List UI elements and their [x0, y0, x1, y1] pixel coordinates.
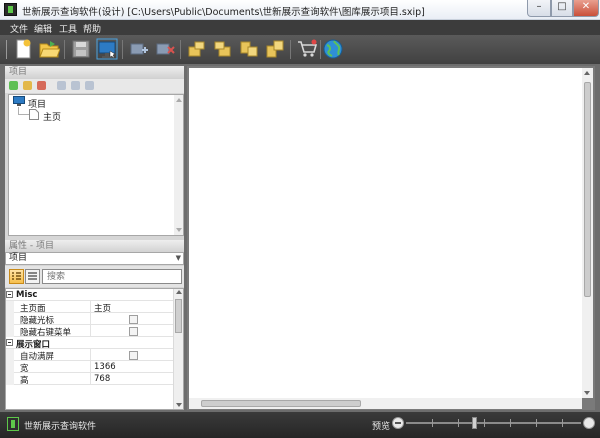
minimize-icon: –	[536, 1, 542, 12]
zoom-tick	[484, 419, 485, 427]
zoom-tick	[458, 419, 459, 427]
zoom-out-button[interactable]	[392, 417, 404, 429]
status-app-name: 世新展示查询软件	[24, 422, 97, 432]
category-row[interactable]: Misc	[6, 289, 174, 301]
align-top-icon[interactable]	[238, 38, 260, 60]
menu-bar: 文件 编辑 工具 帮助	[0, 20, 600, 35]
add-page-icon[interactable]	[9, 81, 18, 90]
object-selector-value: 项目	[9, 253, 28, 263]
publish-globe-icon[interactable]	[322, 38, 344, 60]
scroll-thumb[interactable]	[584, 82, 591, 297]
property-search[interactable]	[42, 269, 182, 284]
left-panel: 项目 项目 主页 属性 - 项目 项目 ▼ 搜索 Misc 主页面 主页 隐藏光…	[5, 66, 184, 410]
app-logo-icon	[7, 417, 19, 431]
align-right-icon[interactable]	[212, 38, 234, 60]
minimize-button[interactable]: –	[527, 0, 551, 17]
save-icon[interactable]	[70, 38, 92, 60]
collapse-icon[interactable]	[6, 339, 13, 346]
property-row[interactable]: 高 768	[6, 373, 174, 386]
status-bar: 世新展示查询软件 预览	[0, 412, 600, 438]
property-grid: Misc 主页面 主页 隐藏光标 隐藏右键菜单 展示窗口 自动满屏 宽 1366…	[5, 288, 184, 410]
property-row[interactable]: 宽 1366	[6, 361, 174, 374]
property-row[interactable]: 主页面 主页	[6, 301, 174, 314]
property-row[interactable]: 隐藏光标	[6, 313, 174, 326]
app-icon	[4, 3, 17, 16]
remove-element-icon[interactable]	[154, 38, 176, 60]
hide-context-menu-checkbox[interactable]	[129, 327, 138, 336]
menu-tools[interactable]: 工具	[59, 22, 77, 35]
project-panel-header: 项目	[5, 66, 184, 79]
property-row[interactable]: 自动满屏	[6, 349, 174, 362]
categorized-view-button[interactable]	[9, 269, 24, 284]
zoom-slider-thumb[interactable]	[472, 417, 477, 429]
open-folder-icon[interactable]	[38, 38, 60, 60]
align-left-icon[interactable]	[186, 38, 208, 60]
menu-help[interactable]: 帮助	[83, 22, 101, 35]
toolbar-separator	[180, 40, 181, 59]
zoom-tick	[510, 419, 511, 427]
alphabetical-view-button[interactable]	[25, 269, 40, 284]
object-selector[interactable]: 项目 ▼	[5, 252, 184, 265]
property-toolbar	[5, 266, 184, 287]
zoom-tick	[432, 419, 433, 427]
tree-node-label: 主页	[43, 113, 62, 123]
move-up-icon[interactable]	[71, 81, 80, 90]
toolbar-separator	[290, 40, 291, 59]
move-down-icon[interactable]	[85, 81, 94, 90]
shop-cart-icon[interactable]	[296, 38, 318, 60]
project-toolbar	[5, 79, 184, 93]
project-monitor-icon	[13, 96, 25, 106]
toolbar-separator	[320, 40, 321, 59]
search-input[interactable]	[43, 270, 181, 283]
rename-icon[interactable]	[57, 81, 66, 90]
design-canvas[interactable]	[189, 68, 582, 398]
toolbar-separator	[122, 40, 123, 59]
align-bottom-icon[interactable]	[264, 38, 286, 60]
property-value[interactable]: 768	[94, 374, 110, 384]
toolbar-separator	[64, 40, 65, 59]
close-icon: ✕	[581, 1, 591, 12]
window-title: 世新展示查询软件(设计) [C:\Users\Public\Documents\…	[22, 7, 425, 18]
scroll-thumb[interactable]	[175, 299, 182, 333]
auto-fullscreen-checkbox[interactable]	[129, 351, 138, 360]
zoom-in-button[interactable]	[583, 417, 595, 429]
maximize-button[interactable]: □	[551, 0, 573, 17]
category-label: Misc	[16, 290, 38, 300]
title-bar: 世新展示查询软件(设计) [C:\Users\Public\Documents\…	[0, 0, 600, 20]
hide-cursor-checkbox[interactable]	[129, 315, 138, 324]
menu-file[interactable]: 文件	[10, 22, 28, 35]
property-value[interactable]: 1366	[94, 362, 116, 372]
zoom-tick	[536, 419, 537, 427]
add-element-icon[interactable]	[128, 38, 150, 60]
list-icon	[28, 272, 37, 280]
collapse-icon[interactable]	[6, 291, 13, 298]
design-area	[187, 66, 595, 410]
category-row[interactable]: 展示窗口	[6, 337, 174, 350]
preview-label: 预览	[372, 422, 391, 432]
maximize-icon: □	[557, 1, 567, 12]
close-button[interactable]: ✕	[573, 0, 599, 17]
canvas-vertical-scrollbar[interactable]	[582, 68, 593, 398]
project-tree: 项目 主页	[8, 94, 184, 236]
menu-edit[interactable]: 编辑	[34, 22, 52, 35]
new-page-icon[interactable]	[12, 38, 34, 60]
property-key: 高	[20, 376, 29, 386]
main-toolbar	[0, 35, 600, 64]
property-grid-scrollbar[interactable]	[173, 289, 183, 409]
tree-line	[18, 107, 19, 114]
page-icon	[29, 109, 39, 120]
canvas-horizontal-scrollbar[interactable]	[189, 398, 582, 409]
property-row[interactable]: 隐藏右键菜单	[6, 325, 174, 338]
chevron-down-icon: ▼	[175, 254, 181, 262]
preview-monitor-icon[interactable]	[96, 38, 118, 60]
add-folder-icon[interactable]	[23, 81, 32, 90]
scroll-thumb[interactable]	[201, 400, 361, 407]
tree-scrollbar[interactable]	[174, 95, 183, 235]
zoom-tick	[562, 419, 563, 427]
toolbar-grip	[6, 40, 7, 59]
delete-icon[interactable]	[37, 81, 46, 90]
categorized-icon	[12, 272, 21, 280]
tree-line	[18, 114, 29, 115]
